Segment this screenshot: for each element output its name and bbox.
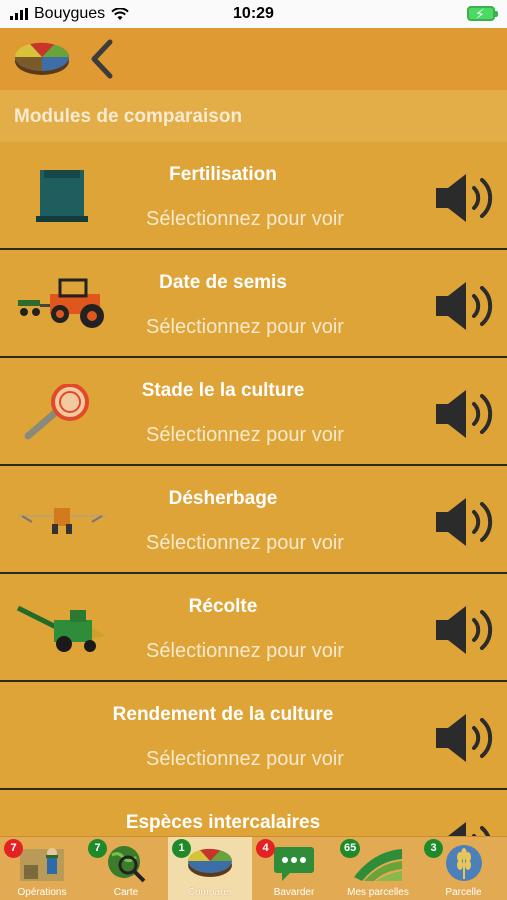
section-header: Modules de comparaison xyxy=(0,90,507,142)
speaker-icon[interactable] xyxy=(434,388,498,440)
speaker-icon[interactable] xyxy=(434,172,498,224)
fields-icon xyxy=(354,849,402,881)
tab-parcelle[interactable]: 3 Parcelle xyxy=(420,837,507,900)
status-time: 10:29 xyxy=(233,5,274,22)
module-subtitle: Sélectionnez pour voir xyxy=(146,208,344,230)
back-chevron-icon[interactable] xyxy=(84,34,118,84)
module-subtitle: Sélectionnez pour voir xyxy=(146,532,344,554)
module-title: Espèces intercalaires xyxy=(125,812,321,833)
module-subtitle: Sélectionnez pour voir xyxy=(146,640,344,662)
badge-operations: 7 xyxy=(4,839,23,858)
module-title: Récolte xyxy=(188,596,258,617)
speaker-icon[interactable] xyxy=(434,496,498,548)
badge-parcelle: 3 xyxy=(424,839,443,858)
module-subtitle: Sélectionnez pour voir xyxy=(146,424,344,446)
module-list[interactable]: Fertilisation Sélectionnez pour voir Dat… xyxy=(0,142,507,836)
badge-mes-parcelles: 65 xyxy=(340,839,361,858)
tab-comparer[interactable]: 1 Comparer xyxy=(168,837,252,900)
module-title: Fertilisation xyxy=(169,164,277,185)
bottom-tab-bar: 7 Opérations 7 Carte 1 Comparer 4 Bavard… xyxy=(0,836,507,900)
app-header xyxy=(0,28,507,90)
chat-bubble-icon xyxy=(274,847,314,881)
tab-label-parcelle: Parcelle xyxy=(445,887,482,898)
badge-bavarder: 4 xyxy=(256,839,275,858)
badge-carte: 7 xyxy=(88,839,107,858)
module-row-recolte[interactable]: Récolte Sélectionnez pour voir xyxy=(0,574,507,682)
module-title: Stade le la culture xyxy=(141,380,305,401)
tab-label-mes-parcelles: Mes parcelles xyxy=(347,887,409,898)
module-row-stade-culture[interactable]: Stade le la culture Sélectionnez pour vo… xyxy=(0,358,507,466)
wheat-icon xyxy=(445,845,482,881)
tab-label-comparer: Comparer xyxy=(187,887,233,898)
module-title: Rendement de la culture xyxy=(112,704,334,725)
speaker-icon[interactable] xyxy=(434,820,498,836)
speaker-icon[interactable] xyxy=(434,280,498,332)
module-subtitle: Sélectionnez pour voir xyxy=(146,316,344,338)
module-row-date-de-semis[interactable]: Date de semis Sélectionnez pour voir xyxy=(0,250,507,358)
speaker-icon[interactable] xyxy=(434,604,498,656)
module-row-fertilisation[interactable]: Fertilisation Sélectionnez pour voir xyxy=(0,142,507,250)
module-title: Date de semis xyxy=(159,272,287,293)
module-title: Désherbage xyxy=(168,488,278,509)
tab-label-bavarder: Bavarder xyxy=(273,887,315,898)
module-row-desherbage[interactable]: Désherbage Sélectionnez pour voir xyxy=(0,466,507,574)
module-row-especes-intercalaires[interactable]: Espèces intercalaires xyxy=(0,790,507,836)
tab-label-operations: Opérations xyxy=(17,887,67,898)
pie-chart-icon xyxy=(187,848,232,877)
tab-bavarder[interactable]: 4 Bavarder xyxy=(252,837,336,900)
battery-charging-icon: ⚡ xyxy=(467,6,498,22)
farmer-icon xyxy=(20,848,64,881)
module-row-rendement[interactable]: Rendement de la culture Sélectionnez pou… xyxy=(0,682,507,790)
pie-chart-logo-icon xyxy=(14,42,69,75)
status-bar: Bouygues 10:29 ⚡ xyxy=(0,0,507,28)
section-title: Modules de comparaison xyxy=(14,106,243,127)
badge-comparer: 1 xyxy=(172,839,191,858)
globe-search-icon xyxy=(108,846,146,883)
tab-label-carte: Carte xyxy=(113,887,139,898)
tab-carte[interactable]: 7 Carte xyxy=(84,837,168,900)
tab-mes-parcelles[interactable]: 65 Mes parcelles xyxy=(336,837,420,900)
tab-operations[interactable]: 7 Opérations xyxy=(0,837,84,900)
speaker-icon[interactable] xyxy=(434,712,498,764)
module-subtitle: Sélectionnez pour voir xyxy=(146,748,344,770)
